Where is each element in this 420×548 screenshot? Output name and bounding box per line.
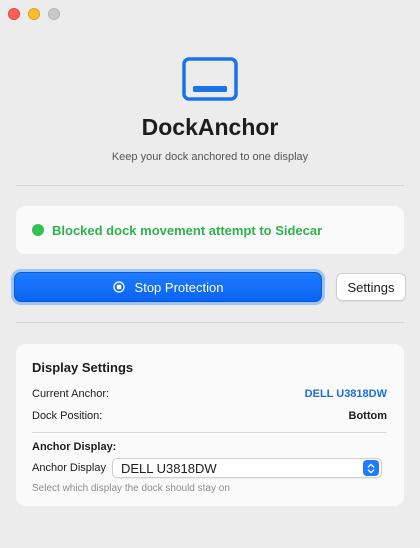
anchor-display-selected-value: DELL U3818DW <box>120 460 217 476</box>
anchor-display-select[interactable]: DELL U3818DW <box>111 458 382 478</box>
close-window-button[interactable] <box>8 8 20 20</box>
stop-protection-button[interactable]: Stop Protection <box>14 272 322 302</box>
display-settings-title: Display Settings <box>32 360 134 375</box>
dock-position-value: Bottom <box>348 410 388 422</box>
app-window: DockAnchor Keep your dock anchored to on… <box>0 0 420 548</box>
current-anchor-label: Current Anchor: <box>32 388 110 400</box>
divider <box>16 185 404 186</box>
status-message: Blocked dock movement attempt to Sidecar <box>52 222 323 238</box>
settings-label: Settings <box>347 279 395 295</box>
status-indicator-icon <box>32 224 44 236</box>
stop-circle-icon <box>112 281 125 293</box>
dock-position-row: Dock Position: Bottom <box>32 410 387 422</box>
app-subtitle: Keep your dock anchored to one display <box>111 151 309 163</box>
anchor-display-heading: Anchor Display: <box>32 441 117 453</box>
anchor-display-label: Anchor Display <box>32 462 106 474</box>
zoom-window-button[interactable] <box>48 8 60 20</box>
stop-protection-label: Stop Protection <box>134 279 224 295</box>
anchor-display-hint: Select which display the dock should sta… <box>32 483 230 494</box>
dock-display-icon <box>182 57 238 101</box>
minimize-window-button[interactable] <box>28 8 40 20</box>
divider <box>16 322 404 323</box>
settings-button[interactable]: Settings <box>336 273 406 301</box>
current-anchor-row: Current Anchor: DELL U3818DW <box>32 388 387 400</box>
app-title: DockAnchor <box>141 114 279 140</box>
chevron-up-down-icon <box>362 460 379 476</box>
anchor-display-row: Anchor Display DELL U3818DW <box>32 458 382 478</box>
dock-position-label: Dock Position: <box>32 410 103 422</box>
current-anchor-value: DELL U3818DW <box>304 388 387 400</box>
divider <box>32 432 387 433</box>
status-card: Blocked dock movement attempt to Sidecar <box>16 206 404 254</box>
display-settings-card: Display Settings Current Anchor: DELL U3… <box>16 344 404 506</box>
window-controls <box>8 8 60 20</box>
